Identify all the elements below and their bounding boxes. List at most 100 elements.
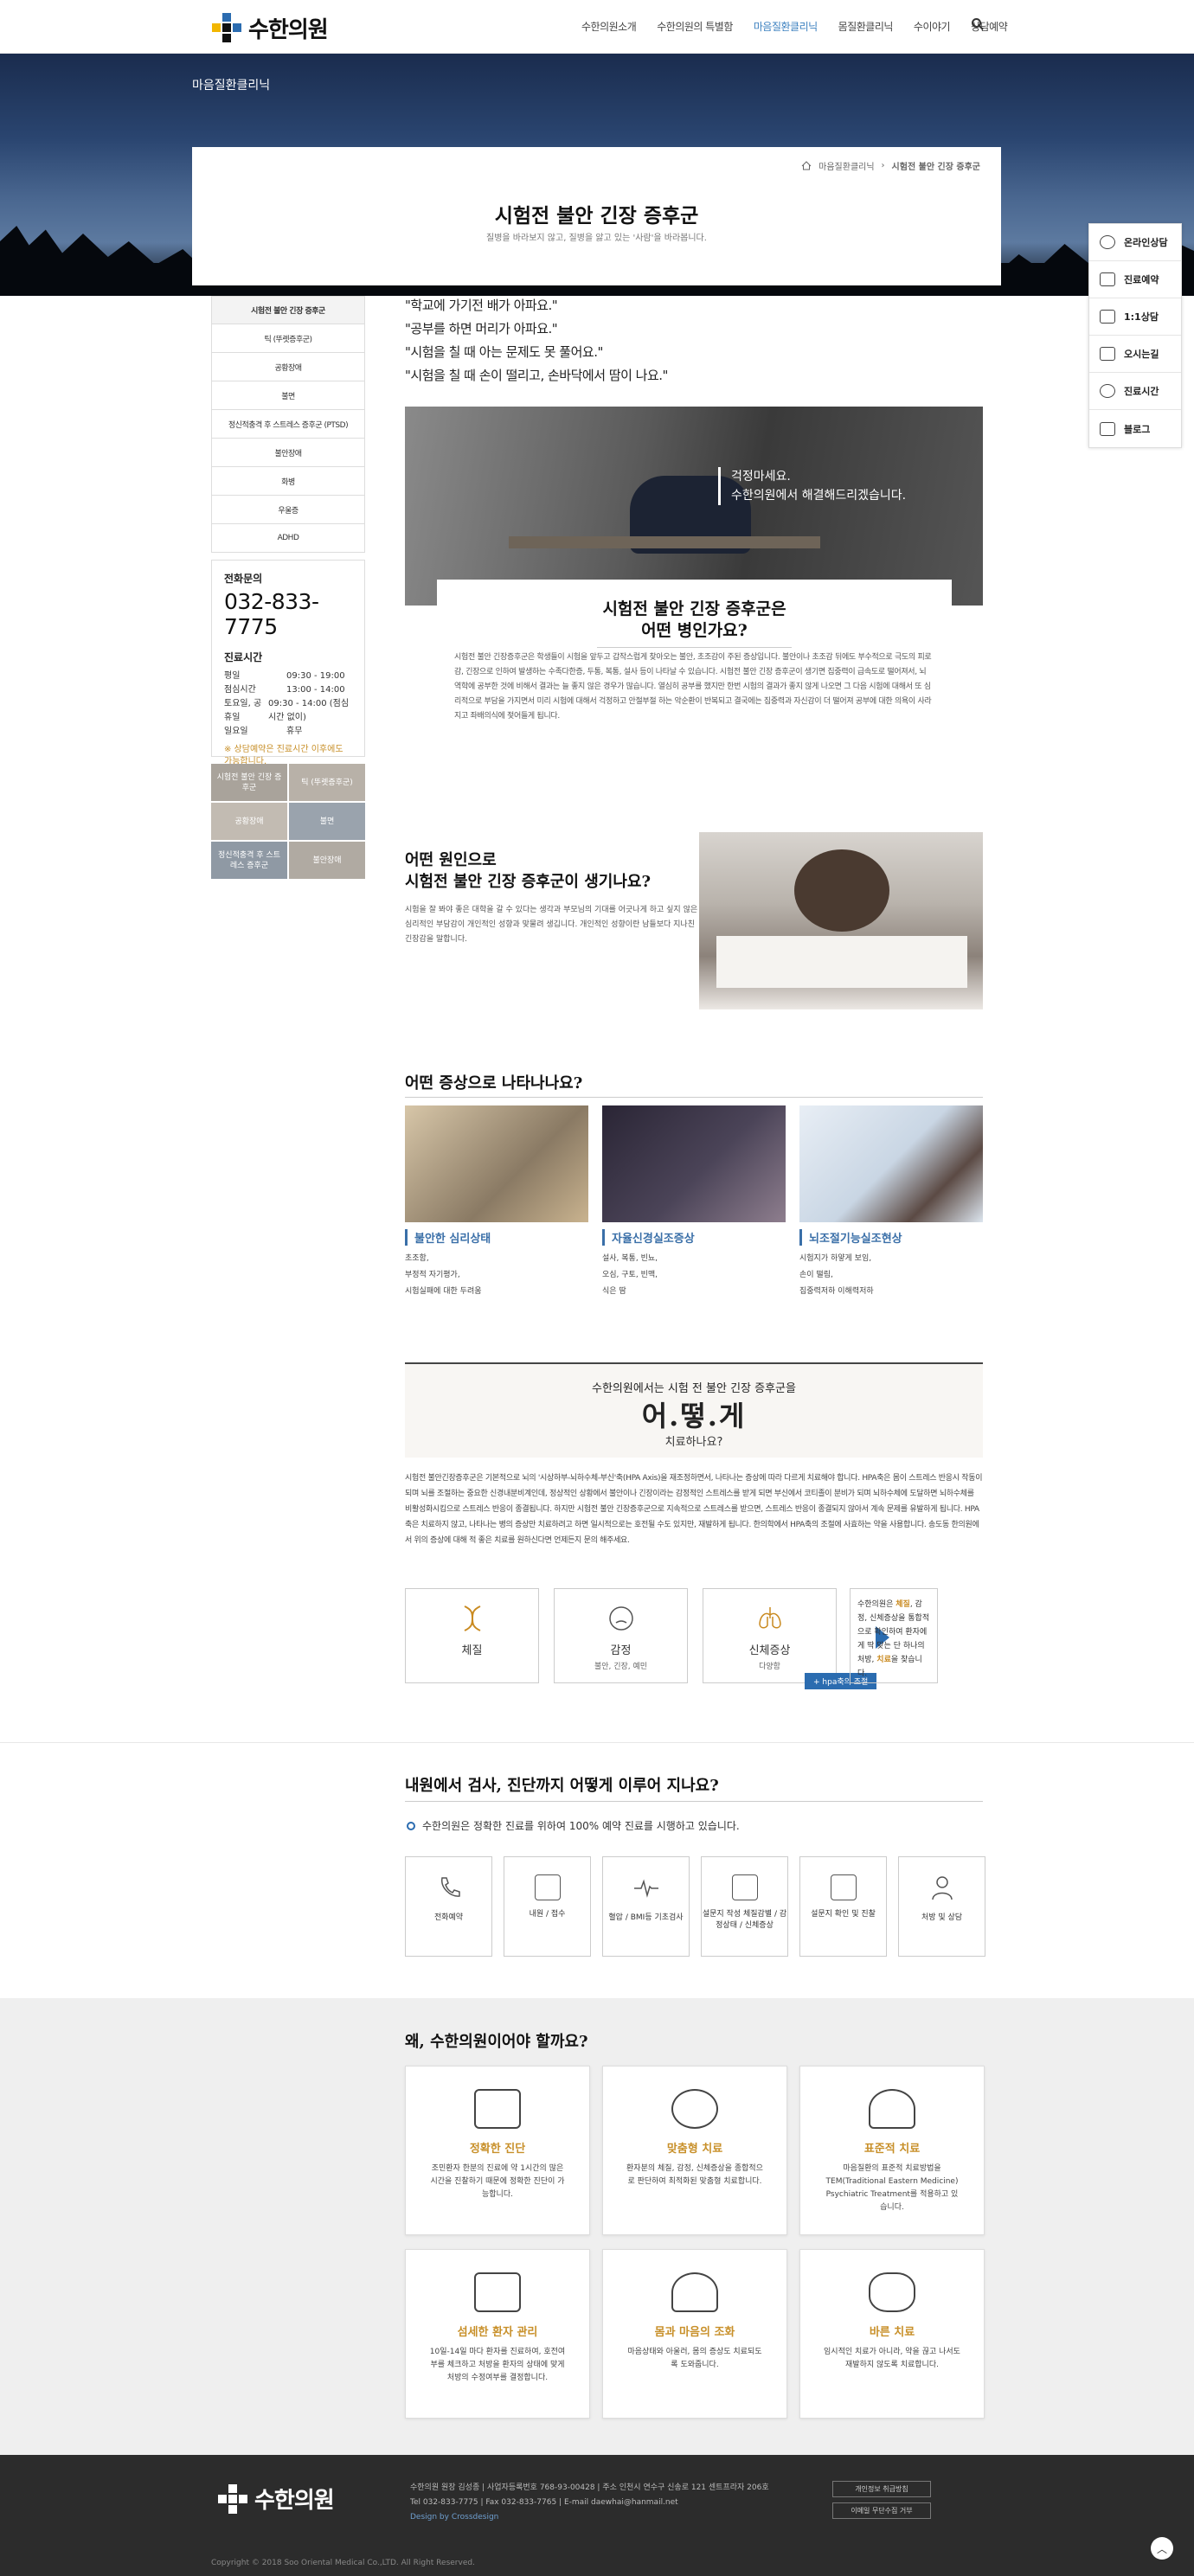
pulse-icon [633, 1879, 658, 1898]
sidebar-item-depression[interactable]: 우울증 [211, 496, 365, 524]
quote: "시험을 칠 때 손이 떨리고, 손바닥에서 땀이 나요." [405, 368, 668, 383]
hours-row: 일요일 휴무 [224, 727, 303, 736]
mini-item-anxiety[interactable]: 불안장애 [289, 842, 365, 879]
why-card: 정확한 진단 조민환자 한분의 진료에 약 1시간의 많은 시간을 진찰하기 때문… [405, 2066, 590, 2235]
divider [405, 1801, 983, 1802]
scroll-top-button[interactable]: ︿ [1151, 2537, 1173, 2560]
treat-line1: 수한의원에서는 시험 전 불안 긴장 증후군을 [592, 1382, 796, 1395]
quick-menu: 온라인상담 진료예약 1:1상담 오시는길 진료시간 블로그 [1088, 223, 1182, 448]
nav-item-body-clinic[interactable]: 몸질환클리닉 [828, 19, 903, 34]
checklist-icon [830, 1874, 857, 1900]
student-desk-photo [405, 407, 983, 606]
process-step: 전화예약 [405, 1856, 492, 1957]
nav-item-special[interactable]: 수한의원의 특별함 [646, 19, 743, 34]
page-subtitle: 질병을 바라보지 않고, 질병을 앓고 있는 '사람'을 바라봅니다. [486, 234, 707, 243]
nav-item-story[interactable]: 수이야기 [903, 19, 960, 34]
treat-result: 수한의원은 체질, 감정, 신체증상을 통합적으로 확인하여 환자에게 딱 맞는… [850, 1588, 938, 1683]
divider [0, 1742, 1194, 1743]
breadcrumb: 마음질환클리닉 › 시험전 불안 긴장 증후군 [801, 159, 980, 172]
calendar-icon [1100, 272, 1115, 286]
heart-hands-icon [869, 2272, 915, 2312]
search-icon[interactable] [971, 17, 985, 31]
mini-item-ptsd[interactable]: 정신적충격 후 스트레스 증후군 [211, 842, 287, 879]
divider [405, 1097, 983, 1098]
logo-text: 수한의원 [248, 16, 329, 43]
treat-line3: 치료하나요? [664, 1436, 723, 1449]
sidebar-item-panic[interactable]: 공황장애 [211, 353, 365, 381]
mini-menu: 시험전 불안 긴장 증후군 틱 (뚜렛증후군) 공황장애 불면 정신적충격 후 … [211, 764, 365, 879]
quote: "공부를 하면 머리가 아파요." [405, 321, 558, 336]
logo-mark-icon [212, 13, 241, 42]
mini-item-insomnia[interactable]: 불면 [289, 803, 365, 840]
clock-icon [1100, 384, 1115, 398]
doctor-icon [869, 2089, 915, 2129]
treat-line2: 어.떻.게 [641, 1400, 747, 1432]
email-refusal-button[interactable]: 이메일 무단수집 거부 [832, 2502, 931, 2519]
sidebar: 시험전 불안 긴장 증후군 틱 (뚜렛증후군) 공황장애 불면 정신적충격 후 … [211, 296, 365, 879]
why-card: 바른 치료 임시적인 치료가 아니라, 약을 끊고 나서도 재발하지 않도록 치료… [799, 2249, 985, 2419]
quick-reservation[interactable]: 진료예약 [1089, 261, 1181, 298]
quote: "학교에 가기전 배가 아파요." [405, 298, 558, 313]
title-panel: 마음질환클리닉 › 시험전 불안 긴장 증후군 시험전 불안 긴장 증후군 질병… [192, 147, 1001, 285]
hours-title: 진료시간 [224, 651, 263, 663]
contact-label: 전화문의 [224, 573, 263, 585]
breadcrumb-item[interactable]: 마음질환클리닉 [818, 159, 874, 172]
symptom-card: 뇌조절기능실조현상 시험지가 하얗게 보임, 손이 떨림, 집중력저하 이해력저하 [799, 1105, 983, 1300]
contact-box: 전화문의 032-833-7775 진료시간 평일 09:30 - 19:00 점… [211, 560, 365, 766]
sidebar-item-hwabyung[interactable]: 화병 [211, 467, 365, 496]
blog-icon [1100, 421, 1115, 436]
why-card: 표준적 치료 마음질환의 표준적 치료방법을 TEM(Traditional Ea… [799, 2066, 985, 2235]
logo-mark-icon [218, 2483, 247, 2514]
quick-directions[interactable]: 오시는길 [1089, 336, 1181, 373]
nav-item-mind-clinic[interactable]: 마음질환클리닉 [743, 19, 828, 34]
sidebar-item-adhd[interactable]: ADHD [211, 524, 365, 553]
person-icon [671, 2272, 718, 2312]
privacy-policy-button[interactable]: 개인정보 취급방침 [832, 2481, 931, 2497]
sidebar-item-ptsd[interactable]: 정신적충격 후 스트레스 증후군 (PTSD) [211, 410, 365, 439]
building-icon [534, 1874, 561, 1900]
quick-blog[interactable]: 블로그 [1089, 410, 1181, 447]
sidebar-item-tic[interactable]: 틱 (뚜렛증후군) [211, 324, 365, 353]
nav-item-reservation[interactable]: 상담예약 [960, 19, 1017, 34]
treat-card-symptoms: 신체증상 다양함 [703, 1588, 837, 1683]
sidebar-item-insomnia[interactable]: 불면 [211, 381, 365, 410]
quick-1to1[interactable]: 1:1상담 [1089, 298, 1181, 336]
symptom-photo [602, 1105, 786, 1222]
why-card: 섬세한 환자 관리 10일-14일 마다 환자를 진료하여, 호전여부를 체크하고… [405, 2249, 590, 2419]
quick-hours[interactable]: 진료시간 [1089, 373, 1181, 410]
quick-online-consult[interactable]: 온라인상담 [1089, 224, 1181, 261]
treat-text: 시험전 불안긴장증후군은 기본적으로 뇌의 '시상하부-뇌하수체-부신'축(HP… [405, 1474, 983, 1545]
dna-icon [464, 1605, 480, 1631]
quote-list: "학교에 가기전 배가 아파요." "공부를 하면 머리가 아파요." "시험을… [405, 294, 668, 388]
divider [597, 647, 792, 648]
hours-row: 점심시간 13:00 - 14:00 [224, 685, 345, 695]
doctor-icon [931, 1876, 953, 1900]
phone-number[interactable]: 032-833-7775 [224, 589, 352, 639]
mini-item-tic[interactable]: 틱 (뚜렛증후군) [289, 764, 365, 801]
process-step: 설문지 확인 및 진찰 [799, 1856, 887, 1957]
map-icon [1100, 347, 1115, 361]
monitor-pulse-icon [474, 2089, 521, 2129]
mini-item-exam[interactable]: 시험전 불안 긴장 증후군 [211, 764, 287, 801]
phone-icon [440, 1877, 460, 1897]
sidebar-item-exam-anxiety[interactable]: 시험전 불안 긴장 증후군 [211, 296, 365, 324]
site-header: 수한의원 수한의원소개 수한의원의 특별함 마음질환클리닉 몸질환클리닉 수이야… [0, 0, 1194, 54]
symptom-card: 자율신경실조증상 설사, 복통, 빈뇨, 오심, 구토, 빈맥, 식은 땀 [602, 1105, 786, 1300]
why-card: 몸과 마음의 조화 마음상태와 아울러, 몸의 증상도 치료되도록 도와줍니다. [602, 2249, 787, 2419]
breadcrumb-separator: › [881, 161, 885, 170]
quote: "시험을 칠 때 아는 문제도 못 풀어요." [405, 344, 603, 360]
lungs-icon [758, 1607, 781, 1629]
site-logo[interactable]: 수한의원 [212, 10, 329, 45]
process-subtitle: 수한의원은 정확한 진료를 위하여 100% 예약 진료를 시행하고 있습니다. [407, 1818, 740, 1833]
hours-row: 토요일, 공휴일 09:30 - 14:00 (점심시간 없이) [224, 699, 350, 722]
page-title: 시험전 불안 긴장 증후군 [494, 204, 699, 227]
chat-icon [1100, 235, 1115, 249]
process-step: 혈압 / BMI등 기초검사 [602, 1856, 690, 1957]
mini-item-panic[interactable]: 공황장애 [211, 803, 287, 840]
why-section [0, 1998, 1194, 2455]
process-title: 내원에서 검사, 진단까지 어떻게 이루어 지나요? [405, 1777, 719, 1795]
treat-card-constitution: 체질 [405, 1588, 539, 1683]
home-icon[interactable] [801, 161, 812, 170]
nav-item-about[interactable]: 수한의원소개 [571, 19, 646, 34]
sidebar-item-anxiety[interactable]: 불안장애 [211, 439, 365, 467]
